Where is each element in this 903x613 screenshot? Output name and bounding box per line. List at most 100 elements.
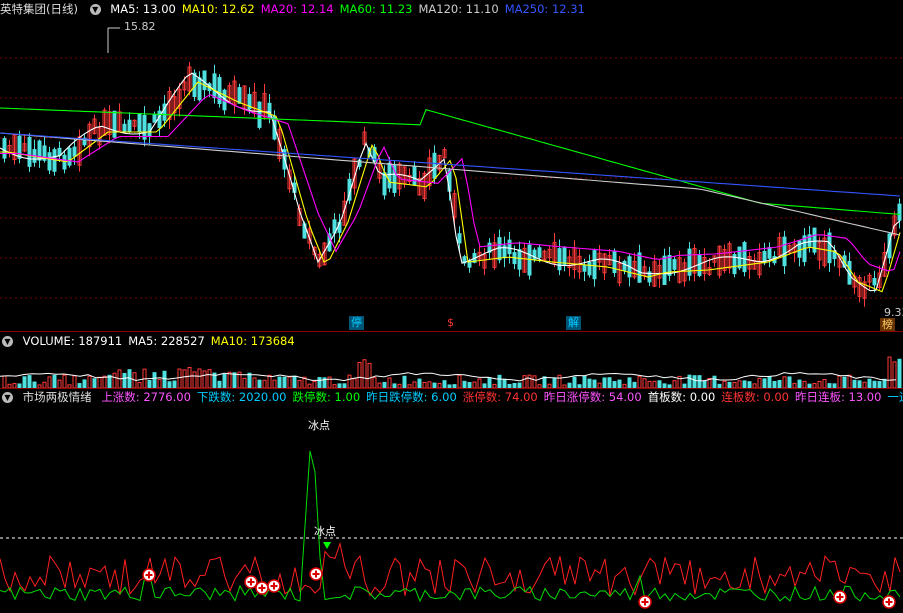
volume-bar [767,376,772,388]
candle-body [387,162,392,189]
candle-body [152,114,157,123]
volume-bar [872,380,877,388]
volume-bar [687,374,692,388]
volume-bar [642,378,647,388]
ma-legend-item: MA5: 13.00 [110,2,176,16]
sentiment-legend-item: 跌停数: 1.00 [292,390,361,404]
candle-body [557,248,562,271]
volume-bar [182,369,187,388]
volume-bar [357,361,362,388]
volume-bar [637,376,642,388]
volume-bar [557,374,562,388]
volume-bar [627,377,632,388]
volume-ma-line [0,372,897,382]
rise-count-line [0,541,901,597]
chevron-down-icon[interactable]: ▼ [89,4,101,15]
sentiment-chart[interactable] [0,406,903,613]
volume-bar [347,374,352,388]
volume-bar [822,378,827,388]
volume-chart[interactable] [0,350,903,388]
volume-bar [367,362,372,388]
volume-bar [737,380,742,388]
candle-body [782,236,787,267]
volume-bar [207,369,212,388]
chevron-down-icon[interactable]: ▼ [2,336,13,347]
volume-bar [52,374,57,388]
candle-body [157,110,162,129]
volume-bar [527,374,532,388]
volume-bar [267,374,272,388]
volume-bar [57,379,62,388]
volume-bar [462,380,467,388]
volume-bar [847,374,852,388]
candle-body [827,232,832,264]
candle-body [742,242,747,273]
volume-bar [842,376,847,388]
volume-bar [802,380,807,388]
candle-body [122,123,127,133]
event-marker[interactable]: $ [445,316,456,330]
volume-bar [272,379,277,388]
volume-bar [257,379,262,388]
event-marker[interactable]: 停 [349,316,364,330]
volume-bar [782,376,787,388]
fall-count-line [0,450,901,603]
volume-bar [722,380,727,388]
price-chart[interactable] [0,18,903,333]
candle-body [47,152,52,171]
volume-bar [742,380,747,388]
volume-bar [147,380,152,388]
volume-bar [372,377,377,388]
candle-body [622,260,627,271]
ice-point-label: 冰点 [314,525,336,538]
volume-bar [532,375,537,388]
volume-bar [362,359,367,388]
candle-body [202,70,207,91]
candle-body [517,249,522,270]
event-marker[interactable]: 榜 [880,318,895,332]
sentiment-legend: 上涨数: 2776.00 下跌数: 2020.00 跌停数: 1.00 昨日跌停数: … [101,390,903,404]
volume-bar [787,376,792,388]
candle-body [212,73,217,99]
volume-legend-item: VOLUME: 187911 [22,334,123,348]
candle-body [237,87,242,104]
event-marker[interactable]: 解 [566,316,581,330]
volume-bar [177,368,182,388]
volume-bar [217,380,222,388]
volume-bar [62,374,67,388]
candle-body [382,172,387,196]
volume-bar [277,376,282,388]
sentiment-legend-item: 昨日涨停数: 54.00 [543,390,642,404]
volume-bar [27,375,32,388]
sentiment-legend-item: 下跌数: 2020.00 [196,390,287,404]
volume-bar [647,380,652,388]
candle-body [592,250,597,280]
volume-bar [702,380,707,388]
candle-body [507,239,512,255]
volume-bar [457,374,462,388]
volume-bar [892,361,897,388]
down-arrow-icon [323,542,331,549]
volume-bar [82,379,87,388]
volume-legend: VOLUME: 187911 MA5: 228527 MA10: 173684 [23,334,301,348]
volume-bar [587,378,592,388]
candle-body [27,136,32,167]
volume-bar [857,380,862,388]
sentiment-legend-item: 连板数: 0.00 [721,390,789,404]
volume-bar [232,372,237,388]
volume-bar [762,378,767,388]
sentiment-panel-header: ▼ 市场两极情绪 上涨数: 2776.00 下跌数: 2020.00 跌停数: 1.… [0,388,903,406]
candle-body [2,138,7,159]
volume-bar [152,372,157,388]
volume-bar [122,372,127,388]
volume-bar [197,368,202,388]
volume-bar [852,379,857,388]
chevron-down-icon[interactable]: ▼ [2,392,13,403]
volume-bar [317,377,322,388]
ma-legend-item: MA20: 12.14 [260,2,334,16]
volume-bar [112,372,117,388]
volume-bar [757,377,762,388]
volume-bar [692,375,697,388]
candle-body [142,114,147,140]
volume-bar [222,373,227,388]
